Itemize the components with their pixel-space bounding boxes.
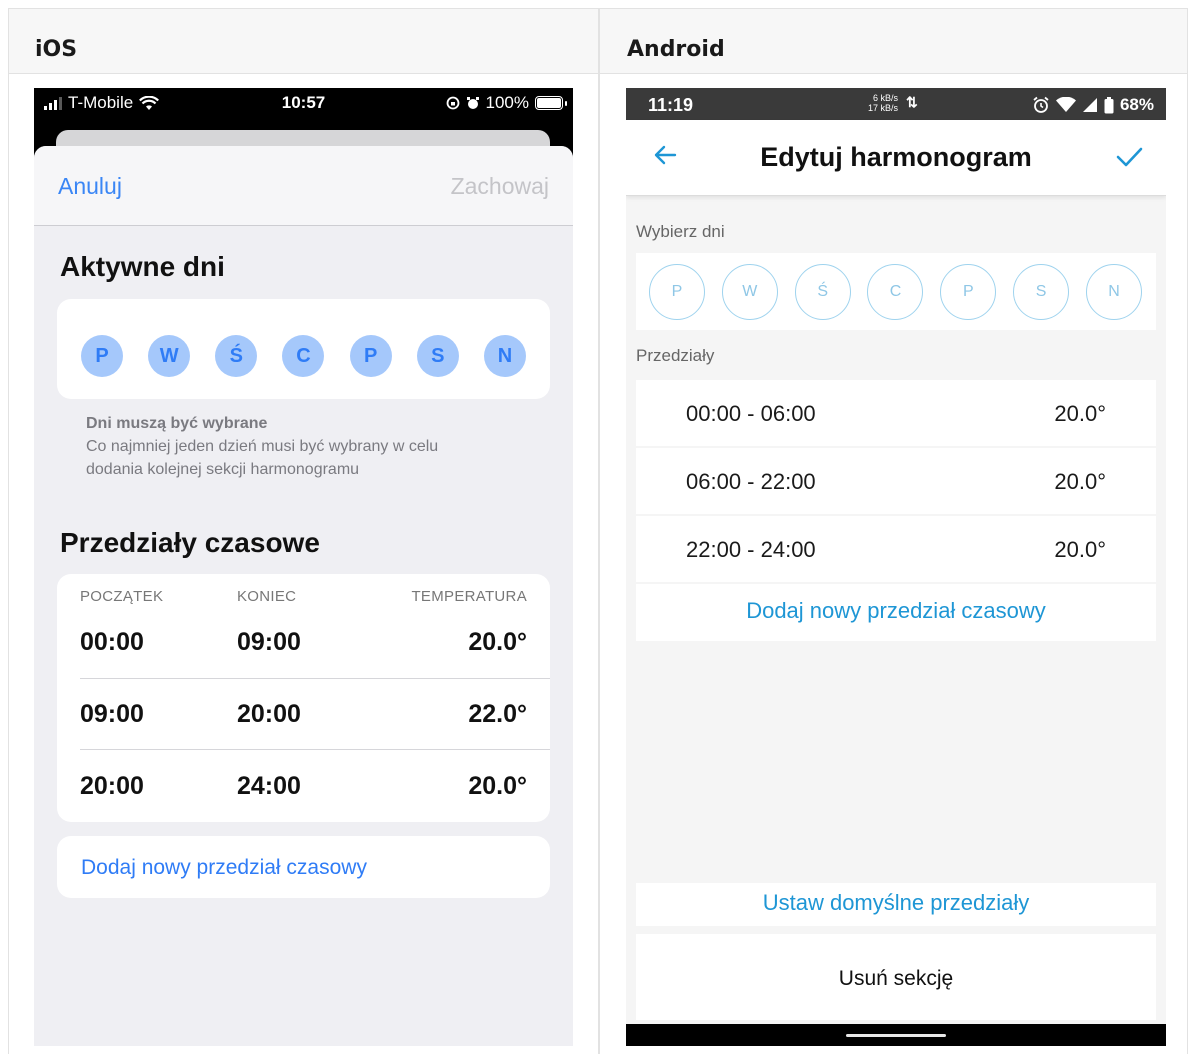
temperature: 20.0° <box>1054 401 1106 426</box>
end-time: 20:00 <box>237 700 301 728</box>
cell-signal-icon <box>1082 98 1097 112</box>
table-row[interactable]: 09:00 20:00 22.0° <box>57 678 550 750</box>
add-interval-button[interactable]: Dodaj nowy przedział czasowy <box>57 836 550 898</box>
note-line: dodania kolejnej sekcji harmonogramu <box>86 461 360 478</box>
intervals-label: Przedziały <box>636 346 715 365</box>
start-time: 09:00 <box>80 700 144 728</box>
interval-range: 00:00 - 06:00 <box>686 401 816 426</box>
page-title: Edytuj harmonogram <box>760 142 1032 172</box>
select-days-label: Wybierz dni <box>636 222 725 241</box>
list-item[interactable]: 00:00 - 06:00 20.0° <box>636 380 1156 446</box>
android-screen: 11:19 6 kB/s 17 kB/s ⇅ 68% Edytuj harmon… <box>626 88 1166 1046</box>
temperature: 20.0° <box>468 772 527 800</box>
days-required-note: Dni muszą być wybrane Co najmniej jeden … <box>86 412 438 481</box>
end-time: 24:00 <box>237 772 301 800</box>
column-header-start: POCZĄTEK <box>80 588 164 605</box>
data-transfer-icon: ⇅ <box>906 94 918 110</box>
day-toggle-friday[interactable]: P <box>349 335 392 377</box>
table-row[interactable]: 00:00 09:00 20.0° <box>57 606 550 678</box>
note-line: Co najmniej jeden dzień musi być wybrany… <box>86 438 439 455</box>
wifi-icon <box>1055 97 1076 112</box>
interval-range: 22:00 - 24:00 <box>686 537 816 562</box>
temperature: 20.0° <box>468 628 527 656</box>
temperature: 20.0° <box>1054 537 1106 562</box>
ios-status-bar: T-Mobile 10:57 100% <box>34 88 573 118</box>
set-default-intervals-button[interactable]: Ustaw domyślne przedziały <box>636 883 1156 926</box>
ios-column-title: iOS <box>35 37 78 62</box>
day-toggle-friday[interactable]: P <box>940 264 997 320</box>
network-speed: 6 kB/s 17 kB/s <box>868 93 898 113</box>
start-time: 00:00 <box>80 628 144 656</box>
start-time: 20:00 <box>80 772 144 800</box>
day-toggle-saturday[interactable]: S <box>416 335 459 377</box>
day-toggle-monday[interactable]: P <box>649 264 705 320</box>
temperature: 22.0° <box>468 700 527 728</box>
note-title: Dni muszą być wybrane <box>86 415 268 432</box>
intervals-title: Przedziały czasowe <box>60 527 320 558</box>
column-header-end: KONIEC <box>237 588 297 605</box>
download-speed: 17 kB/s <box>868 103 899 113</box>
battery-percent: 100% <box>485 93 529 112</box>
alarm-icon <box>466 97 479 109</box>
day-selector: P W Ś C P S N <box>636 253 1156 330</box>
battery-percent: 68% <box>1119 95 1154 114</box>
save-button[interactable]: Zachowaj <box>451 173 549 200</box>
rotation-lock-icon <box>446 96 459 110</box>
day-toggle-monday[interactable]: P <box>81 335 123 377</box>
day-toggle-saturday[interactable]: S <box>1013 264 1070 320</box>
day-toggle-thursday[interactable]: C <box>282 335 325 377</box>
list-item[interactable]: 22:00 - 24:00 20.0° <box>636 516 1156 582</box>
day-toggle-tuesday[interactable]: W <box>721 264 778 320</box>
home-gesture-handle[interactable] <box>846 1034 946 1037</box>
day-toggle-tuesday[interactable]: W <box>148 335 191 377</box>
column-divider <box>598 8 600 1054</box>
day-toggle-sunday[interactable]: N <box>1085 264 1142 320</box>
ios-nav-bar: Anuluj Zachowaj <box>34 146 573 226</box>
active-days-title: Aktywne dni <box>60 251 225 282</box>
add-interval-button[interactable]: Dodaj nowy przedział czasowy <box>636 584 1156 641</box>
column-header-temperature: TEMPERATURA <box>411 588 527 605</box>
day-toggle-wednesday[interactable]: Ś <box>794 264 851 320</box>
intervals-table: POCZĄTEK KONIEC TEMPERATURA 00:00 09:00 … <box>57 574 550 822</box>
ios-screen: T-Mobile 10:57 100% Anuluj Zachowaj Akty… <box>34 88 573 1046</box>
day-selector: P W Ś C P S N <box>57 299 550 399</box>
android-column-title: Android <box>627 37 725 62</box>
ios-edit-sheet: Anuluj Zachowaj Aktywne dni P W Ś C P S … <box>34 146 573 1046</box>
delete-section-button[interactable]: Usuń sekcję <box>636 934 1156 1020</box>
day-toggle-sunday[interactable]: N <box>483 335 526 377</box>
temperature: 20.0° <box>1054 469 1106 494</box>
cancel-button[interactable]: Anuluj <box>58 173 122 200</box>
android-status-bar: 11:19 6 kB/s 17 kB/s ⇅ 68% <box>626 88 1166 120</box>
day-toggle-wednesday[interactable]: Ś <box>215 335 258 377</box>
interval-range: 06:00 - 22:00 <box>686 469 816 494</box>
navigation-bar <box>626 1024 1166 1046</box>
table-row[interactable]: 20:00 24:00 20.0° <box>57 750 550 822</box>
upload-speed: 6 kB/s <box>873 93 899 103</box>
android-clock: 11:19 <box>648 95 694 115</box>
day-toggle-thursday[interactable]: C <box>867 264 924 320</box>
battery-icon <box>535 96 567 110</box>
alarm-icon <box>1033 96 1049 113</box>
list-item[interactable]: 06:00 - 22:00 20.0° <box>636 448 1156 514</box>
end-time: 09:00 <box>237 628 301 656</box>
confirm-check-icon[interactable] <box>1114 142 1144 172</box>
battery-icon <box>1104 96 1114 113</box>
android-app-bar: Edytuj harmonogram <box>626 120 1166 196</box>
